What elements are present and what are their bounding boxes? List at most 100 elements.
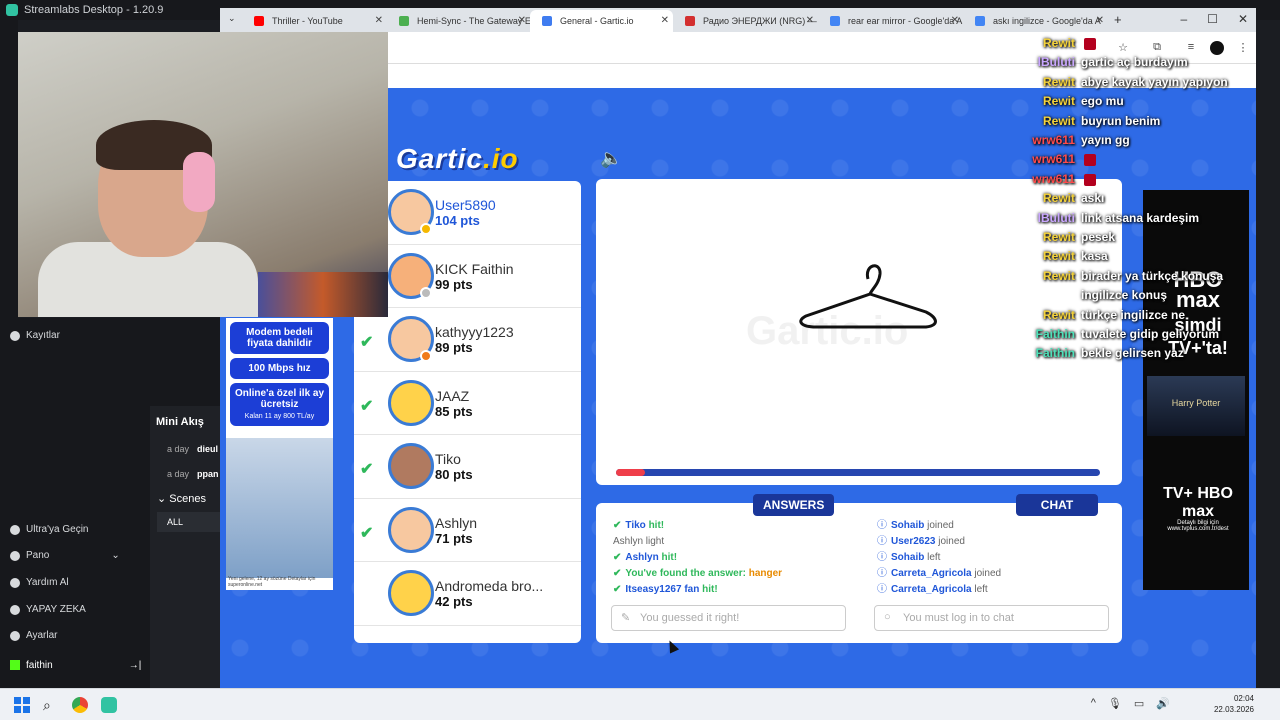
- player-avatar: [388, 506, 434, 553]
- webcam-background-poster: [258, 272, 388, 317]
- nav-pano[interactable]: Pano ⌄: [10, 550, 120, 561]
- tab-search-icon[interactable]: ⌄: [228, 13, 236, 24]
- chat-input[interactable]: ○ You must log in to chat: [874, 605, 1109, 631]
- maximize-icon[interactable]: ☐: [1207, 12, 1218, 26]
- player-name: Andromeda bro...: [435, 578, 544, 594]
- stream-chat-user: Rewit: [1042, 249, 1075, 264]
- speaker-icon[interactable]: 🔈: [600, 148, 622, 169]
- player-avatar: [388, 443, 434, 489]
- scenes-header[interactable]: ⌄ Scenes: [157, 492, 206, 505]
- tab-google-1[interactable]: rear ear mirror - Google'da A ✕: [818, 10, 963, 32]
- player-name: KICK Faithin: [435, 260, 514, 277]
- stream-chat-user: wrw611: [1032, 152, 1075, 167]
- record-icon: [10, 330, 20, 341]
- chrome-taskbar-icon[interactable]: [72, 697, 88, 713]
- stream-chat-message: bekle gelirsen yaz: [1081, 346, 1184, 361]
- nav-kayitlar[interactable]: Kayıtlar: [10, 330, 60, 341]
- player-row[interactable]: ✔ JAAZ 85 pts: [354, 372, 581, 435]
- check-icon: ✔: [613, 520, 622, 531]
- chat-line: ⓘ Carreta_Agricola left: [877, 582, 1107, 598]
- close-tab-icon[interactable]: ✕: [951, 10, 959, 32]
- stream-chat-user: Rewit: [1042, 94, 1075, 109]
- chat-text: joined: [974, 568, 1002, 579]
- player-points: 71 pts: [435, 530, 473, 546]
- close-tab-icon[interactable]: ✕: [806, 10, 814, 32]
- stream-chat-message: kasa: [1081, 249, 1108, 264]
- chat-text: joined: [938, 536, 965, 547]
- tab-radio[interactable]: Радио ЭНЕРДЖИ (NRG) — … ✕: [673, 10, 818, 32]
- player-status-dot: [420, 223, 432, 235]
- stream-chat-message: tuvalete gidip geliyorum: [1081, 327, 1220, 341]
- player-row[interactable]: ✔ Tiko 80 pts: [354, 435, 581, 499]
- close-tab-icon[interactable]: ✕: [375, 10, 383, 32]
- nav-ayarlar[interactable]: Ayarlar: [10, 630, 58, 641]
- stream-chat-line: Faithin bekle gelirsen yaz: [1020, 346, 1260, 366]
- ad-left-superonline[interactable]: Modem bedeli fiyata dahildir 100 Mbps hı…: [226, 318, 333, 590]
- stream-chat-user: Rewit: [1042, 74, 1075, 89]
- search-icon[interactable]: ⌕: [43, 697, 59, 713]
- minimize-icon[interactable]: –: [1180, 12, 1187, 26]
- tab-gartic[interactable]: General - Gartic.io ✕: [530, 10, 673, 32]
- tab-answers[interactable]: ANSWERS: [753, 494, 835, 516]
- ai-icon: [10, 604, 20, 615]
- gear-icon: [10, 630, 20, 641]
- scene-item-all[interactable]: ALL: [157, 512, 220, 532]
- close-window-icon[interactable]: ✕: [1238, 12, 1248, 26]
- tray-chevron-icon[interactable]: ^: [1091, 697, 1096, 710]
- player-row[interactable]: KICK Faithin 99 pts: [354, 245, 581, 308]
- nav-ultra[interactable]: Ultra'ya Geçin: [10, 524, 89, 535]
- stream-chat-user: Rewit: [1042, 268, 1075, 283]
- guessed-check-icon: ✔: [360, 461, 374, 478]
- chat-user: Sohaib: [891, 520, 925, 531]
- stream-chat-user: lBuluti: [1037, 55, 1075, 70]
- stream-chat-line: wrw611: [1020, 152, 1260, 172]
- ad-pill-speed: 100 Mbps hız: [230, 358, 329, 379]
- answer-text: hit!: [661, 552, 678, 563]
- mic-icon[interactable]: 🎙: [1108, 697, 1122, 710]
- close-tab-icon[interactable]: ✕: [518, 10, 526, 32]
- close-tab-icon[interactable]: ✕: [661, 10, 669, 32]
- tab-google-2[interactable]: askı ingilizce - Google'da A ✕: [963, 10, 1108, 32]
- player-row[interactable]: User5890 104 pts: [354, 181, 581, 245]
- round-timer: [616, 469, 1100, 476]
- tab-youtube[interactable]: Thriller - YouTube ✕: [242, 10, 387, 32]
- nrg-favicon-icon: [685, 16, 695, 26]
- tab-strip: ⌄ Thriller - YouTube ✕ Hemi-Sync - The Ga…: [220, 8, 1256, 32]
- volume-icon[interactable]: 🔊: [1156, 697, 1170, 710]
- taskbar-clock[interactable]: 02:04 22.03.2026: [1214, 693, 1254, 715]
- tab-hemisync[interactable]: Hemi-Sync - The Gateway Exp ✕: [387, 10, 530, 32]
- nav-ai[interactable]: YAPAY ZEKA: [10, 604, 86, 615]
- stream-chat-user: Rewit: [1042, 113, 1075, 128]
- answer-input[interactable]: ✎ You guessed it right!: [611, 605, 846, 631]
- new-tab-button[interactable]: +: [1114, 12, 1122, 27]
- tab-chat[interactable]: CHAT: [1016, 494, 1098, 516]
- check-icon: ✔: [613, 568, 622, 579]
- player-points: 104 pts: [435, 213, 480, 228]
- stream-chat-line: Rewit ego mu: [1020, 94, 1260, 114]
- ad-info-text: Detaylı bilgi için www.tvplus.com.tr/des…: [1167, 520, 1229, 532]
- stream-chat-message: link atsana kardeşim: [1081, 210, 1200, 225]
- kick-icon: [10, 660, 20, 670]
- answer-text: You've found the answer:: [625, 568, 746, 579]
- guessed-check-icon: ✔: [360, 334, 374, 351]
- player-row[interactable]: ✔ Ashlyn 71 pts: [354, 499, 581, 562]
- nav-yardim[interactable]: Yardım Al: [10, 577, 69, 588]
- gartic-logo: Gartic.io: [396, 143, 519, 174]
- streamlabs-user[interactable]: faithin →|: [10, 660, 141, 671]
- system-tray: ^ 🎙 ▭ 🔊: [1091, 697, 1170, 710]
- windows-start-icon[interactable]: [14, 697, 30, 713]
- player-row[interactable]: ✔ kathyyy1223 89 pts: [354, 308, 581, 372]
- close-tab-icon[interactable]: ✕: [1096, 10, 1104, 32]
- player-name: Ashlyn: [435, 514, 478, 531]
- stream-chat-user: Rewit: [1042, 36, 1075, 50]
- network-icon[interactable]: ▭: [1134, 697, 1144, 710]
- stream-chat-user: wrw611: [1032, 133, 1075, 147]
- streamlabs-taskbar-icon[interactable]: [101, 697, 117, 713]
- player-name: Tiko: [435, 451, 461, 467]
- answer-line: ✔ You've found the answer: hanger: [613, 566, 843, 582]
- info-icon: ⓘ: [877, 520, 887, 531]
- stream-chat-user: Rewit: [1042, 307, 1075, 322]
- youtube-favicon-icon: [254, 16, 264, 26]
- player-row[interactable]: Andromeda bro... 42 pts: [354, 562, 581, 626]
- check-icon: ✔: [613, 584, 622, 595]
